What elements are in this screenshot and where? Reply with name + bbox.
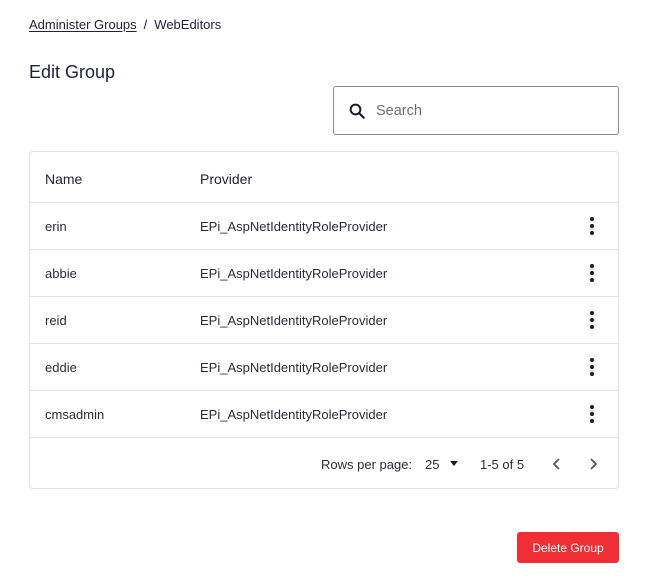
pagination-range: 1-5 of 5 xyxy=(480,457,525,472)
cell-name: eddie xyxy=(45,359,77,375)
previous-page-button[interactable] xyxy=(547,454,567,474)
page-title: Edit Group xyxy=(29,62,116,82)
members-table: Name Provider erin EPi_AspNetIdentityRol… xyxy=(29,151,619,489)
cell-provider: EPi_AspNetIdentityRoleProvider xyxy=(200,265,388,281)
column-header-name[interactable]: Name xyxy=(45,171,82,187)
breadcrumb: Administer Groups / WebEditors xyxy=(29,17,221,32)
table-row: eddie EPi_AspNetIdentityRoleProvider xyxy=(30,344,618,391)
cell-provider: EPi_AspNetIdentityRoleProvider xyxy=(200,406,388,422)
column-header-provider[interactable]: Provider xyxy=(200,171,252,187)
more-vertical-icon[interactable] xyxy=(584,308,600,332)
rows-per-page-label: Rows per page: xyxy=(321,457,413,472)
search-box[interactable] xyxy=(333,86,619,135)
cell-name: abbie xyxy=(45,265,77,281)
cell-name: reid xyxy=(45,312,67,328)
search-input[interactable] xyxy=(376,102,606,119)
cell-name: erin xyxy=(45,218,67,234)
next-page-button[interactable] xyxy=(583,454,603,474)
cell-name: cmsadmin xyxy=(45,406,105,422)
table-header: Name Provider xyxy=(30,152,618,203)
rows-per-page-select[interactable]: 25 xyxy=(425,457,459,472)
more-vertical-icon[interactable] xyxy=(584,355,600,379)
breadcrumb-current: WebEditors xyxy=(154,17,222,32)
more-vertical-icon[interactable] xyxy=(584,214,600,238)
cell-provider: EPi_AspNetIdentityRoleProvider xyxy=(200,312,388,328)
chevron-left-icon xyxy=(552,458,560,470)
chevron-right-icon xyxy=(590,458,598,470)
cell-provider: EPi_AspNetIdentityRoleProvider xyxy=(200,359,388,375)
table-row: erin EPi_AspNetIdentityRoleProvider xyxy=(30,203,618,250)
search-icon xyxy=(349,103,365,119)
table-pagination: Rows per page: 25 1-5 of 5 xyxy=(30,438,618,489)
rows-per-page-value: 25 xyxy=(425,457,440,472)
delete-group-button[interactable]: Delete Group xyxy=(517,532,619,563)
more-vertical-icon[interactable] xyxy=(584,261,600,285)
caret-down-icon xyxy=(450,460,459,466)
table-row: reid EPi_AspNetIdentityRoleProvider xyxy=(30,297,618,344)
breadcrumb-link-administer-groups[interactable]: Administer Groups xyxy=(29,17,137,32)
cell-provider: EPi_AspNetIdentityRoleProvider xyxy=(200,218,388,234)
breadcrumb-separator: / xyxy=(143,17,148,32)
table-row: abbie EPi_AspNetIdentityRoleProvider xyxy=(30,250,618,297)
table-row: cmsadmin EPi_AspNetIdentityRoleProvider xyxy=(30,391,618,438)
more-vertical-icon[interactable] xyxy=(584,402,600,426)
